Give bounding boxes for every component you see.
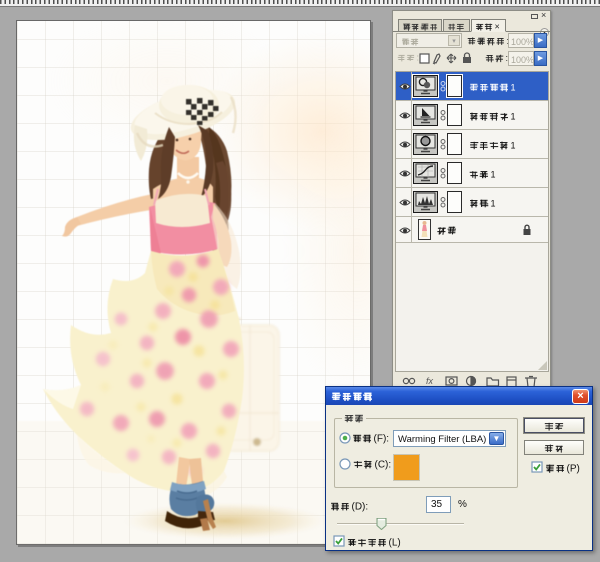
svg-text:fx: fx [426,376,434,386]
svg-text:1: 1 [511,83,516,93]
svg-text:1: 1 [491,170,496,180]
svg-text:(L): (L) [389,538,401,549]
svg-text:1: 1 [491,199,496,209]
svg-text:1: 1 [511,141,516,151]
svg-text:(C):: (C): [375,460,392,471]
svg-text:1: 1 [511,112,516,122]
svg-text:(F):: (F): [374,434,390,445]
svg-text:(D):: (D): [352,502,369,513]
svg-text:×: × [495,22,500,32]
svg-text:(P): (P) [567,464,580,475]
